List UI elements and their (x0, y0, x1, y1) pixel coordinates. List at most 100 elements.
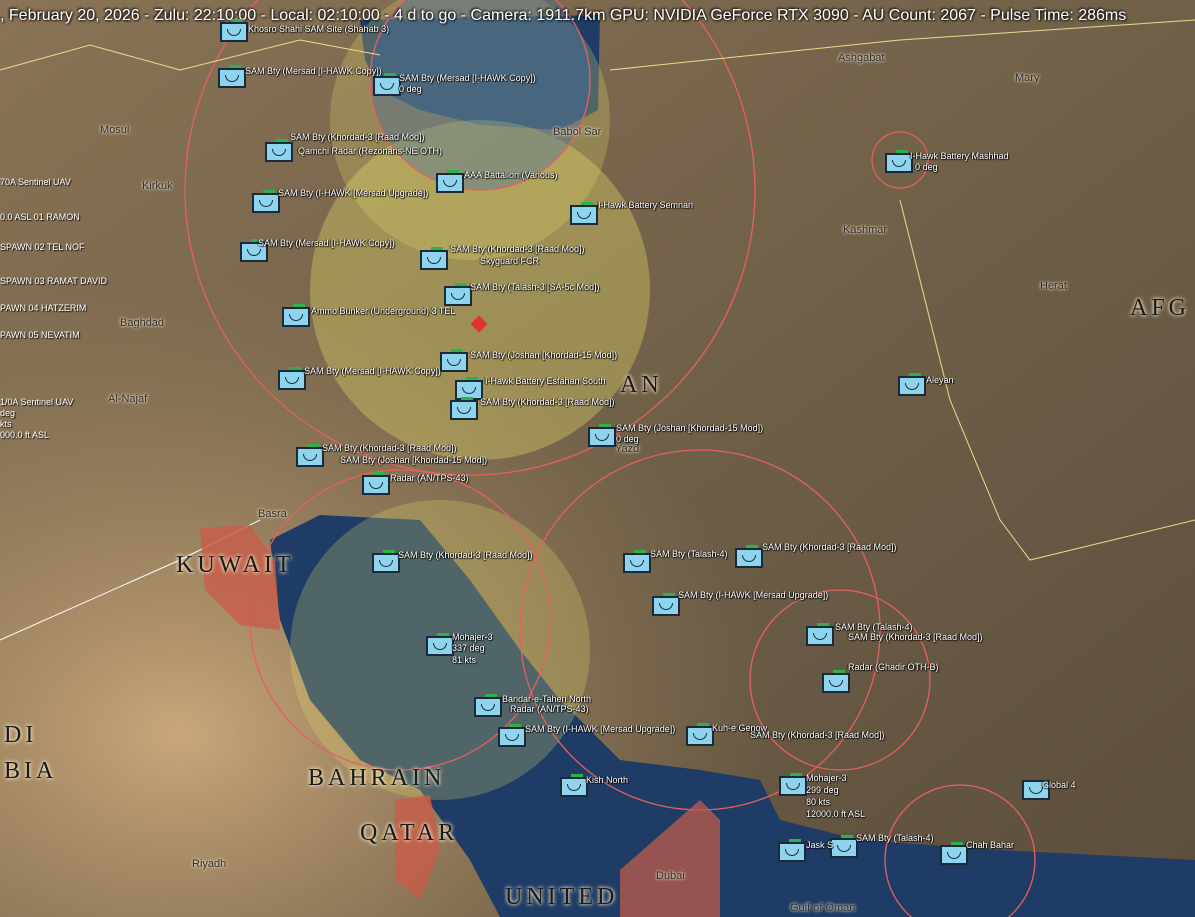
uav-icon[interactable] (779, 773, 807, 796)
unit-label: Kish North (586, 775, 629, 785)
side-label[interactable]: PAWN 04 HATZERIM (0, 303, 86, 313)
sam-site-icon[interactable] (265, 139, 293, 162)
city-yazd: Yazd (615, 443, 640, 455)
radar-icon[interactable] (898, 373, 926, 396)
city-mary: Mary (1015, 72, 1040, 84)
unit-label: SAM Bty (I-HAWK [Mersad Upgrade]) (525, 724, 676, 734)
sam-site-icon[interactable] (440, 349, 468, 372)
sam-site-icon[interactable] (278, 367, 306, 390)
unit-label: Mohajer-3 (806, 773, 847, 783)
sam-site-icon[interactable] (735, 545, 763, 568)
unit-label: SAM Bty (Khordad-3 [Raad Mod]) (480, 397, 615, 407)
radar-icon[interactable] (362, 472, 390, 495)
radar-icon[interactable] (940, 842, 968, 865)
country-label-an: AN (620, 372, 663, 398)
city-kirkuk: Kirkuk (142, 180, 173, 192)
unit-label: I-Hawk Battery Mashhad (910, 151, 1009, 161)
country-label-qatar: QATAR (360, 820, 459, 846)
unit-speed: 81 kts (452, 655, 477, 665)
sam-site-icon[interactable] (686, 723, 714, 746)
unit-sub: 0 deg (915, 162, 938, 172)
hud-au: AU Count: 2067 (862, 7, 976, 24)
country-label-afg: AFG (1130, 295, 1191, 321)
radar-icon[interactable] (778, 839, 806, 862)
unit-label: Bandar-e-Taheri North (502, 694, 592, 704)
sam-site-icon[interactable] (806, 623, 834, 646)
hud-gpu: GPU: NVIDIA GeForce RTX 3090 (609, 7, 849, 24)
sam-site-icon[interactable] (652, 593, 680, 616)
unit-label: SAM Bty (Joshan [Khordad-15 Mod]) (616, 423, 764, 433)
unit-label: SAM Bty (Joshan [Khordad-15 Mod]) (340, 455, 488, 465)
hud-togo: 4 d to go (394, 7, 457, 24)
hud-date: , February 20, 2026 (0, 7, 140, 24)
unit-label: SAM Bty (Talash-4) (835, 622, 913, 632)
unit-label: SAM Bty (Khordad-3 [Raad Mod]) (750, 730, 885, 740)
sam-site-icon[interactable] (296, 444, 324, 467)
radar-icon[interactable] (822, 670, 850, 693)
unit-label: SAM Bty (I-HAWK [Mersad Upgrade]) (678, 590, 829, 600)
unit-label: SAM Bty (Mersad [I-HAWK Copy]) (304, 366, 441, 376)
unit-label: Khosro Shahi SAM Site (Shahab 3) (248, 24, 390, 34)
radar-icon[interactable] (474, 694, 502, 717)
unit-label: Mohajer-3 (452, 632, 493, 642)
radar-icon[interactable] (560, 774, 588, 797)
unit-label: Qamchi Radar (Rezonans-NE OTH) (298, 146, 443, 156)
unit-label: Global 4 (1042, 780, 1076, 790)
sam-site-icon[interactable] (450, 397, 478, 420)
unit-label: SAM Bty (Khordad-3 [Raad Mod]) (398, 550, 533, 560)
side-label[interactable]: SPAWN 02 TEL NOF (0, 242, 85, 252)
country-label-bahrain: BAHRAIN (308, 765, 446, 791)
side-label[interactable]: PAWN 05 NEVATIM (0, 330, 80, 340)
unit-label: SAM Bty (Talash-3 [SA-5c Mod]) (470, 282, 600, 292)
sam-site-icon[interactable] (373, 73, 401, 96)
sam-site-icon[interactable] (444, 283, 472, 306)
bunker-icon[interactable] (282, 304, 310, 327)
city-herat: Herat (1040, 280, 1067, 292)
unit-alt: 12000.0 ft ASL (806, 809, 866, 819)
city-kashmar: Kashmar (843, 224, 888, 236)
unit-speed: 80 kts (806, 797, 831, 807)
unit-label: I-Hawk Battery Esfahan South (485, 376, 606, 386)
unit-label: Radar (Ghadir OTH-B) (848, 662, 939, 672)
sam-site-icon[interactable] (885, 150, 913, 173)
unit-label: Chah Bahar (966, 840, 1015, 850)
unit-label: SAM Bty (Khordad-3 [Raad Mod]) (848, 632, 983, 642)
unit-sub: 337 deg (452, 643, 485, 653)
sam-site-icon[interactable] (420, 247, 448, 270)
sam-site-icon[interactable] (588, 424, 616, 447)
city-baghdad: Baghdad (120, 317, 165, 329)
unit-label: SAM Bty (Joshan [Khordad-15 Mod]) (470, 350, 618, 360)
country-label-kuwait: KUWAIT (176, 552, 295, 578)
unit-label: SAM Bty (Talash-4) (856, 833, 934, 843)
uav-icon[interactable] (426, 633, 454, 656)
hud-camera: Camera: 1911.7km (470, 7, 606, 24)
unit-label: AAA Battalion (Various) (464, 170, 558, 180)
side-label[interactable]: SPAWN 03 RAMAT DAVID (0, 276, 107, 286)
status-bar: , February 20, 2026 - Zulu: 22:10:00 - L… (0, 7, 1127, 24)
sam-site-icon[interactable] (252, 190, 280, 213)
sam-site-icon[interactable] (372, 550, 400, 573)
city-riyadh: Riyadh (192, 858, 227, 870)
unit-label: SAM Bty (Mersad [I-HAWK Copy]) (245, 66, 382, 76)
sam-site-icon[interactable] (830, 835, 858, 858)
sam-site-icon[interactable] (623, 550, 651, 573)
side-label: 000.0 ft ASL (0, 430, 50, 440)
sam-site-icon[interactable] (570, 202, 598, 225)
side-label[interactable]: 70A Sentinel UAV (0, 177, 71, 187)
unit-label: SAM Bty (Khordad-3 [Raad Mod]) (762, 542, 897, 552)
sam-site-icon[interactable] (436, 170, 464, 193)
unit-label: SAM Bty (Talash-4) (650, 549, 728, 559)
sam-site-icon[interactable] (218, 65, 246, 88)
hud-pulse: Pulse Time: 286ms (990, 7, 1127, 24)
side-label[interactable]: 1/0A Sentinel UAV (0, 397, 73, 407)
unit-label: SAM Bty (Mersad [I-HAWK Copy]) (399, 73, 536, 83)
unit-label: SAM Bty (Khordad-3 [Raad Mod]) (322, 443, 457, 453)
unit-label: SAM Bty (I-HAWK [Mersad Upgrade]) (278, 188, 429, 198)
city-babolsar: Babol Sar (553, 126, 602, 138)
side-label[interactable]: 0.0 ASL 01 RAMON (0, 212, 80, 222)
unit-label: Ammo Bunker (Underground) 3 TEL (311, 306, 456, 316)
sam-site-icon[interactable] (220, 19, 248, 42)
unit-label: Jask S (806, 840, 834, 850)
city-dubai: Dubai (656, 870, 685, 882)
sam-site-icon[interactable] (498, 724, 526, 747)
